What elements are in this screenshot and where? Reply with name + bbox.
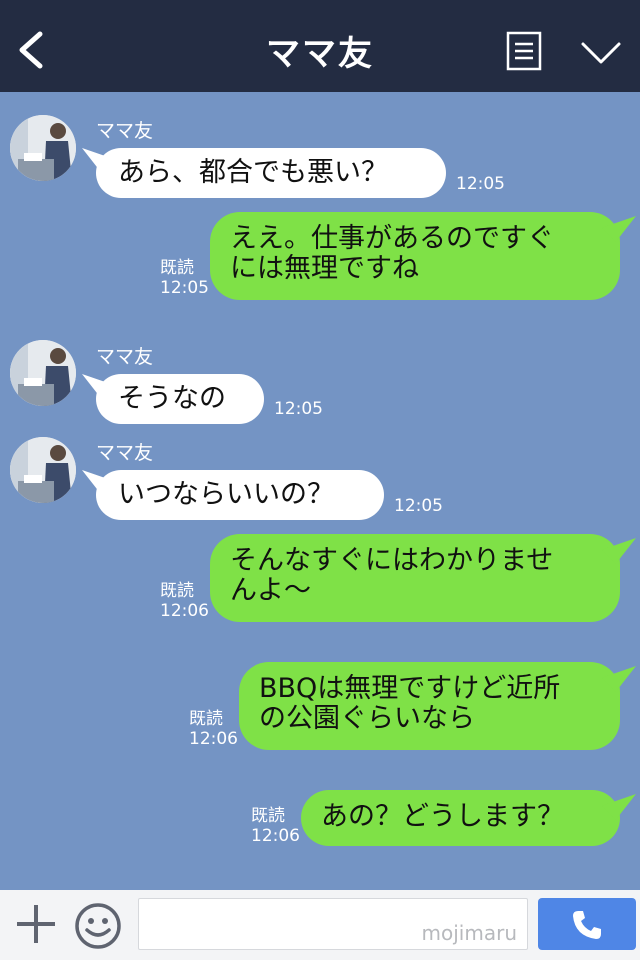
message-bubble-outgoing[interactable]: ええ。仕事があるのですぐ には無理ですね [210,212,620,300]
sender-name: ママ友 [96,346,154,368]
message-time: 12:05 [456,174,505,194]
notes-icon[interactable] [506,31,542,71]
sender-name: ママ友 [96,120,154,142]
watermark-text: mojimaru [421,921,517,945]
message-text: あら、都合でも悪い？ [118,157,388,188]
avatar[interactable] [10,437,76,503]
message-bubble-incoming[interactable]: そうなの [96,374,264,424]
read-label: 既読 [189,709,223,729]
message-text: あの？どうします？ [321,801,564,832]
read-receipt: 既読 12:06 [189,709,238,749]
call-button[interactable] [538,898,636,950]
message-input[interactable]: mojimaru [138,898,528,950]
plus-icon[interactable] [14,902,58,946]
message-bubble-incoming[interactable]: あら、都合でも悪い？ [96,148,446,198]
message-bubble-outgoing[interactable]: BBQは無理ですけど近所 の公園ぐらいなら [239,662,620,750]
read-receipt: 既読 12:06 [160,581,209,621]
chat-header: ママ友 [0,0,640,92]
avatar[interactable] [10,340,76,406]
message-time: 12:05 [160,278,209,298]
read-receipt: 既読 12:05 [160,258,209,298]
sender-name: ママ友 [96,442,154,464]
message-time: 12:06 [189,729,238,749]
message-time: 12:05 [394,496,443,516]
message-time: 12:05 [274,399,323,419]
message-text: そうなの [118,383,226,414]
message-bubble-outgoing[interactable]: あの？どうします？ [301,790,620,846]
message-list[interactable]: ママ友 あら、都合でも悪い？ 12:05 既読 12:05 ええ。仕事があるので… [0,92,640,890]
message-text: BBQは無理ですけど近所 の公園ぐらいなら [259,673,561,734]
message-bubble-outgoing[interactable]: そんなすぐにはわかりませ んよ〜 [210,534,620,622]
message-time: 12:06 [251,826,300,846]
message-bubble-incoming[interactable]: いつならいいの？ [96,470,384,520]
read-receipt: 既読 12:06 [251,806,300,846]
read-label: 既読 [251,806,285,826]
chevron-down-icon[interactable] [580,40,622,66]
message-text: ええ。仕事があるのですぐ には無理ですね [230,223,554,284]
smiley-icon[interactable] [74,902,122,950]
avatar[interactable] [10,115,76,181]
read-label: 既読 [160,581,194,601]
message-time: 12:06 [160,601,209,621]
message-composer: mojimaru [0,890,640,960]
chat-title: ママ友 [266,34,374,74]
message-text: そんなすぐにはわかりませ んよ〜 [230,545,554,606]
message-text: いつならいいの？ [118,479,334,510]
phone-icon [573,911,601,939]
read-label: 既読 [160,258,194,278]
